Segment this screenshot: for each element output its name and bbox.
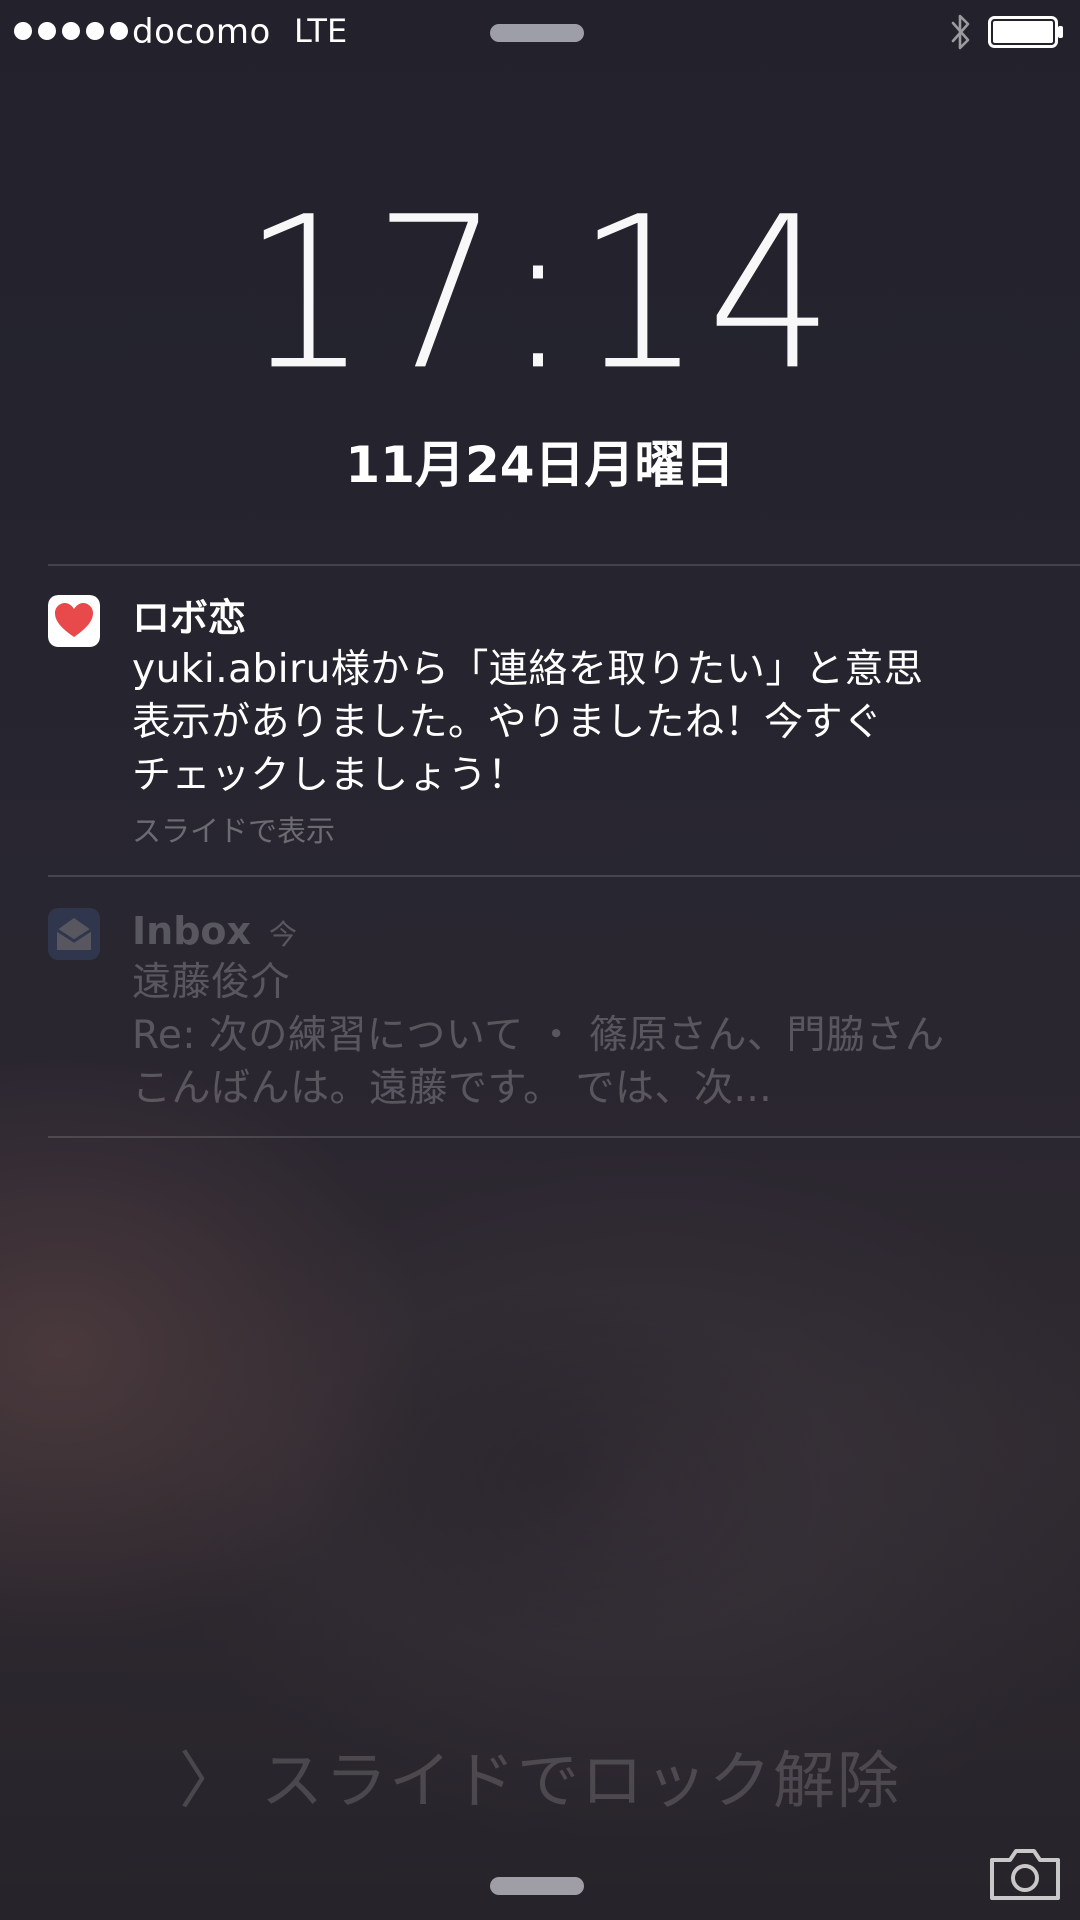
bluetooth-icon bbox=[951, 14, 970, 50]
carrier-name: docomo bbox=[132, 12, 271, 52]
heart-icon bbox=[48, 595, 100, 647]
envelope-icon bbox=[48, 908, 100, 960]
signal-strength-icon bbox=[14, 22, 128, 40]
network-type: LTE bbox=[294, 12, 348, 50]
slide-to-view-hint: スライドで表示 bbox=[132, 814, 336, 848]
battery-icon bbox=[988, 16, 1063, 48]
notification-preview-line: こんばんは。遠藤です。 では、次... bbox=[132, 1066, 773, 1111]
chevron-right-icon: 〉 bbox=[178, 1744, 243, 1817]
clock-time: 17:14 bbox=[241, 172, 839, 417]
notification-app-name: ロボ恋 bbox=[132, 596, 247, 640]
lock-screen-date: 11月24日月曜日 bbox=[345, 436, 735, 494]
notification-preview-line: Re: 次の練習について ・ 篠原さん、門脇さん bbox=[132, 1013, 945, 1058]
notification-divider bbox=[48, 564, 1080, 566]
notification-content: Inbox 今 遠藤俊介 Re: 次の練習について ・ 篠原さん、門脇さん こんば… bbox=[132, 908, 1032, 1115]
status-bar: docomo LTE bbox=[0, 0, 1080, 62]
notification-divider bbox=[48, 1136, 1080, 1138]
slide-to-unlock[interactable]: 〉スライドでロック解除 bbox=[0, 1730, 1080, 1820]
notification-divider bbox=[48, 875, 1080, 877]
notification-center-grabber[interactable] bbox=[490, 24, 584, 42]
notification-message-line: yuki.abiru様から「連絡を取りたい」と意思 bbox=[132, 647, 924, 692]
lock-screen-clock: 17:14 bbox=[0, 189, 1080, 399]
notification-time: 今 bbox=[269, 918, 298, 951]
notification-robokoi[interactable]: ロボ恋 yuki.abiru様から「連絡を取りたい」と意思 表示がありました。や… bbox=[48, 595, 1048, 875]
control-center-grabber[interactable] bbox=[490, 1877, 584, 1895]
notification-app-name: Inbox 今 bbox=[132, 908, 1032, 956]
notification-content: ロボ恋 yuki.abiru様から「連絡を取りたい」と意思 表示がありました。や… bbox=[132, 595, 1032, 850]
notification-app-label: Inbox bbox=[132, 909, 252, 953]
camera-icon[interactable] bbox=[988, 1846, 1062, 1902]
notification-message-line: 表示がありました。やりましたね！今すぐ bbox=[132, 700, 883, 745]
notification-message-line: チェックしましょう！ bbox=[132, 753, 528, 798]
notification-inbox[interactable]: Inbox 今 遠藤俊介 Re: 次の練習について ・ 篠原さん、門脇さん こんば… bbox=[48, 908, 1048, 1128]
notification-sender: 遠藤俊介 bbox=[132, 960, 291, 1005]
slide-to-unlock-label: スライドでロック解除 bbox=[261, 1744, 902, 1817]
